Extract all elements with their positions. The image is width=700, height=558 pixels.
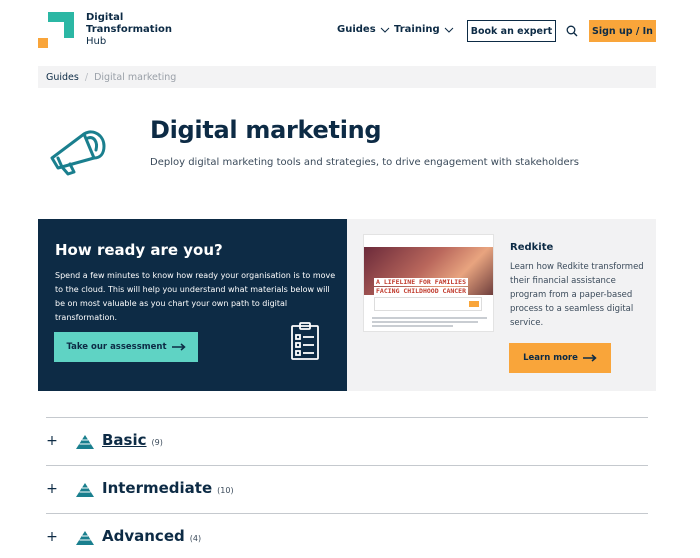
arrow-right-icon — [582, 354, 597, 362]
megaphone-icon — [50, 130, 106, 176]
learn-more-button[interactable]: Learn more — [509, 343, 611, 373]
pyramid-icon — [76, 435, 94, 449]
accordion-title: Intermediate — [102, 479, 213, 497]
logo-line-3: Hub — [86, 36, 107, 47]
breadcrumb-guides[interactable]: Guides — [46, 72, 79, 83]
arrow-right-icon — [171, 343, 186, 351]
case-study-panel: A LIFELINE FOR FAMILIES FACING CHILDHOOD… — [347, 219, 656, 391]
accordion-count: (10) — [217, 486, 234, 495]
readiness-title: How ready are you? — [55, 241, 223, 259]
nav-training[interactable]: Training — [394, 24, 454, 35]
plus-icon[interactable]: + — [46, 530, 58, 544]
accordion-label: Intermediate (10) — [102, 479, 234, 497]
take-assessment-button[interactable]: Take our assessment — [54, 332, 198, 362]
page-subtitle: Deploy digital marketing tools and strat… — [150, 157, 579, 168]
nav-guides[interactable]: Guides — [337, 24, 390, 35]
pyramid-icon — [76, 483, 94, 497]
accordion-item-basic[interactable]: + Basic (9) — [46, 417, 648, 465]
nav-guides-label: Guides — [337, 24, 376, 35]
search-icon[interactable] — [566, 25, 578, 37]
accordion-label: Basic (9) — [102, 431, 163, 449]
plus-icon[interactable]: + — [46, 482, 58, 496]
breadcrumb: Guides / Digital marketing — [38, 66, 656, 88]
nav-training-label: Training — [394, 24, 440, 35]
breadcrumb-separator: / — [84, 71, 89, 83]
logo-line-2: Transformation — [86, 24, 172, 35]
accordion-item-intermediate[interactable]: + Intermediate (10) — [46, 465, 648, 513]
thumbnail-form — [374, 297, 482, 311]
case-study-text: Learn how Redkite transformed their fina… — [510, 262, 644, 328]
logo-text[interactable]: Digital Transformation Hub — [86, 12, 172, 48]
breadcrumb-current: Digital marketing — [94, 71, 177, 83]
case-study-thumbnail[interactable]: A LIFELINE FOR FAMILIES FACING CHILDHOOD… — [363, 234, 494, 332]
accordion-title: Advanced — [102, 527, 185, 545]
thumbnail-banner-line-2: FACING CHILDHOOD CANCER — [374, 287, 469, 295]
pyramid-icon — [76, 531, 94, 545]
readiness-panel: How ready are you? Spend a few minutes t… — [38, 219, 347, 391]
learn-more-label: Learn more — [523, 353, 578, 363]
book-expert-button[interactable]: Book an expert — [467, 20, 556, 42]
plus-icon[interactable]: + — [46, 434, 58, 448]
thumbnail-banner: A LIFELINE FOR FAMILIES FACING CHILDHOOD… — [374, 278, 482, 296]
accordion-label: Advanced (4) — [102, 527, 201, 545]
take-assessment-label: Take our assessment — [66, 342, 167, 352]
thumbnail-banner-line-1: A LIFELINE FOR FAMILIES — [374, 278, 469, 286]
accordion-count: (9) — [151, 438, 163, 447]
signup-button[interactable]: Sign up / In — [589, 20, 656, 42]
readiness-text: Spend a few minutes to know how ready yo… — [55, 271, 336, 322]
clipboard-checklist-icon — [291, 322, 319, 360]
chevron-down-icon — [444, 27, 454, 33]
level-accordion: + Basic (9) + Intermediate (10) + Advanced… — [46, 417, 648, 558]
accordion-title: Basic — [102, 431, 147, 449]
chevron-down-icon — [380, 27, 390, 33]
accordion-count: (4) — [189, 534, 202, 543]
case-study-title: Redkite — [510, 242, 554, 253]
digital-transformation-hub-logo[interactable] — [38, 12, 74, 48]
site-header: Digital Transformation Hub Guides Traini… — [0, 0, 700, 62]
page-title: Digital marketing — [150, 116, 382, 144]
thumbnail-nav — [364, 235, 493, 247]
logo-line-1: Digital — [86, 12, 124, 23]
thumbnail-text-lines — [372, 317, 487, 329]
accordion-item-advanced[interactable]: + Advanced (4) — [46, 513, 648, 558]
